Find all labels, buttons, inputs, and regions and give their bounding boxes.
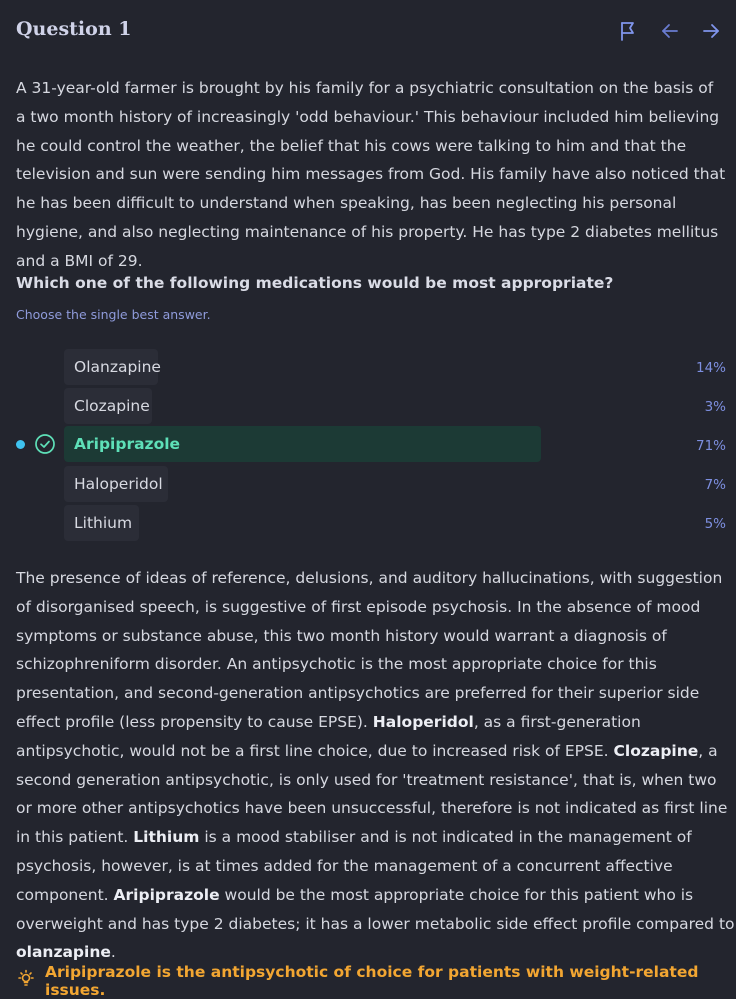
option-percent: 7%: [704, 477, 726, 493]
option-percent: 71%: [695, 438, 726, 454]
drug-name-emphasis: Clozapine: [613, 741, 699, 760]
question-prompt: Which one of the following medications w…: [16, 274, 614, 292]
tip-text: Aripiprazole is the antipsychotic of cho…: [45, 963, 699, 999]
option-clozapine[interactable]: Clozapine: [64, 388, 152, 424]
flag-icon[interactable]: [618, 20, 640, 42]
check-circle-icon: [34, 433, 56, 455]
option-lithium[interactable]: Lithium: [64, 505, 139, 541]
option-haloperidol[interactable]: Haloperidol: [64, 466, 168, 502]
option-olanzapine[interactable]: Olanzapine: [64, 349, 161, 385]
option-percent: 3%: [704, 399, 726, 415]
option-aripiprazole[interactable]: Aripiprazole: [64, 426, 541, 462]
drug-name-emphasis: Haloperidol: [372, 712, 474, 731]
drug-name-emphasis: Lithium: [133, 828, 200, 847]
question-nav: [618, 20, 722, 42]
arrow-right-icon[interactable]: [700, 20, 722, 42]
answer-explanation: The presence of ideas of reference, delu…: [16, 564, 736, 967]
option-label: Haloperidol: [74, 475, 163, 493]
option-label: Olanzapine: [74, 358, 161, 376]
explanation-text: The presence of ideas of reference, delu…: [16, 569, 723, 731]
option-percent: 5%: [704, 516, 726, 532]
drug-name-emphasis: olanzapine: [16, 943, 111, 962]
drug-name-emphasis: Aripiprazole: [113, 885, 220, 904]
lightbulb-icon: [16, 969, 36, 993]
key-tip: Aripiprazole is the antipsychotic of cho…: [16, 963, 736, 999]
selected-indicator: [16, 440, 25, 449]
option-label: Aripiprazole: [74, 435, 181, 453]
option-percent: 14%: [695, 360, 726, 376]
arrow-left-icon[interactable]: [659, 20, 681, 42]
answer-instruction: Choose the single best answer.: [16, 307, 211, 322]
option-label: Clozapine: [74, 397, 150, 415]
question-stem: A 31-year-old farmer is brought by his f…: [16, 79, 726, 270]
question-title: Question 1: [16, 18, 132, 40]
option-label: Lithium: [74, 514, 133, 532]
explanation-text: .: [110, 943, 116, 962]
question-header: Question 1: [16, 16, 722, 46]
